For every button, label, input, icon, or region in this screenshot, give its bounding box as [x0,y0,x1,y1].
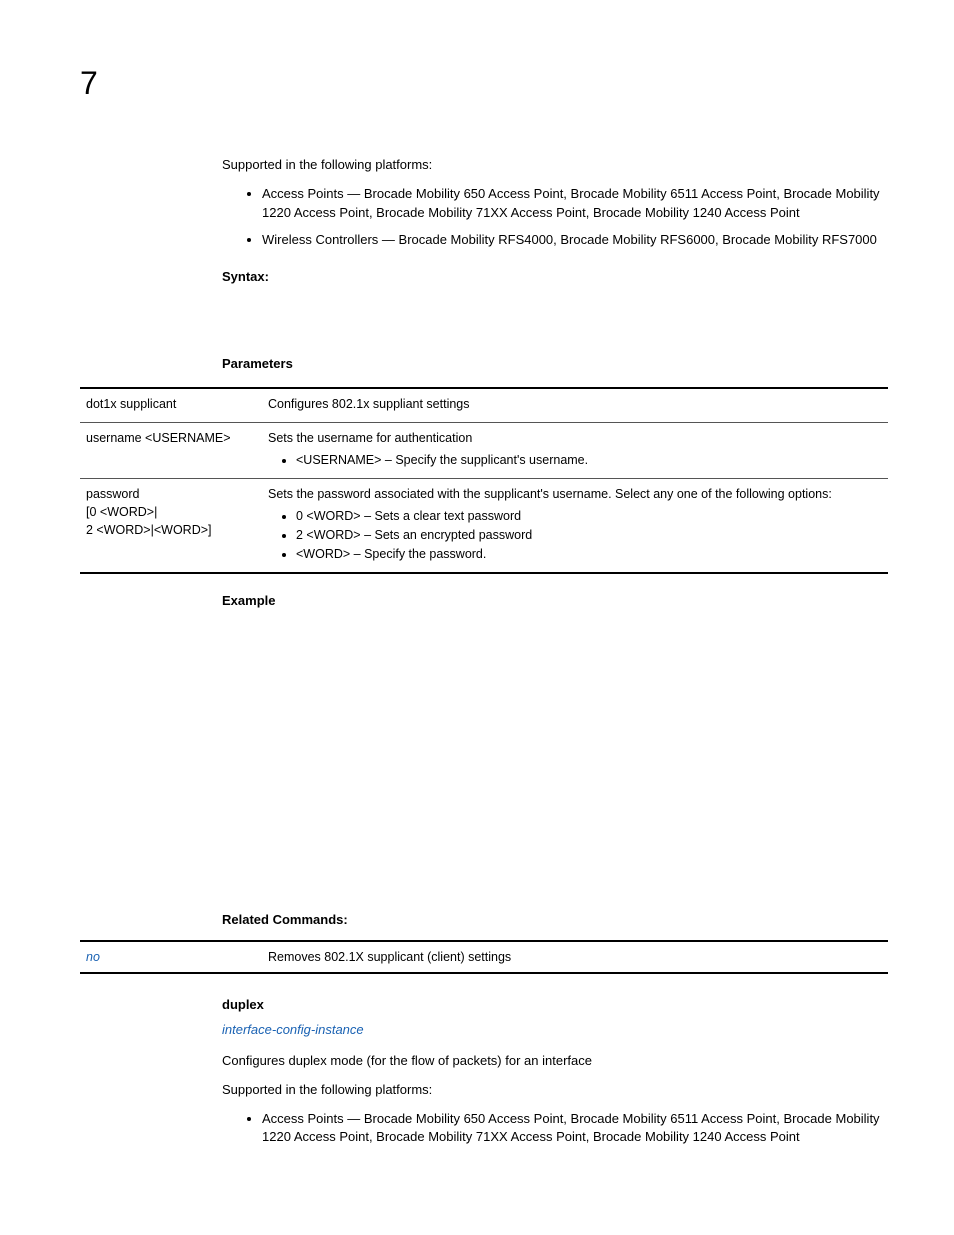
param-desc-cell: Sets the password associated with the su… [262,478,888,573]
example-heading: Example [222,592,888,611]
list-item: 2 <WORD> – Sets an encrypted password [296,526,882,544]
param-desc: Sets the username for authentication [268,431,472,445]
table-row: password [0 <WORD>| 2 <WORD>|<WORD>] Set… [80,478,888,573]
list-item: Access Points — Brocade Mobility 650 Acc… [262,1110,888,1148]
list-item: Wireless Controllers — Brocade Mobility … [262,231,888,250]
related-command-desc: Removes 802.1X supplicant (client) setti… [262,941,888,973]
table-row: dot1x supplicant Configures 802.1x suppl… [80,388,888,422]
table-row: username <USERNAME> Sets the username fo… [80,422,888,478]
list-item: <WORD> – Specify the password. [296,545,882,563]
param-name: username <USERNAME> [80,422,262,478]
param-desc: Configures 802.1x suppliant settings [262,388,888,422]
platform-list: Access Points — Brocade Mobility 650 Acc… [222,1110,888,1148]
list-item: Access Points — Brocade Mobility 650 Acc… [262,185,888,223]
parameters-heading: Parameters [222,355,888,374]
related-command-link[interactable]: no [80,941,262,973]
parameters-table: dot1x supplicant Configures 802.1x suppl… [80,387,888,574]
list-item: <USERNAME> – Specify the supplicant's us… [296,451,882,469]
command-description: Configures duplex mode (for the flow of … [222,1052,888,1071]
related-commands-heading: Related Commands: [222,911,888,930]
param-desc: Sets the password associated with the su… [268,487,832,501]
table-row: no Removes 802.1X supplicant (client) se… [80,941,888,973]
command-name: duplex [222,996,888,1015]
syntax-heading: Syntax: [222,268,888,287]
command-context-link[interactable]: interface-config-instance [222,1021,888,1040]
supported-intro: Supported in the following platforms: [222,156,888,175]
list-item: 0 <WORD> – Sets a clear text password [296,507,882,525]
chapter-number: 7 [80,60,888,106]
param-desc-cell: Sets the username for authentication <US… [262,422,888,478]
supported-intro: Supported in the following platforms: [222,1081,888,1100]
related-commands-table: no Removes 802.1X supplicant (client) se… [80,940,888,974]
param-name: password [0 <WORD>| 2 <WORD>|<WORD>] [80,478,262,573]
platform-list: Access Points — Brocade Mobility 650 Acc… [222,185,888,250]
param-name: dot1x supplicant [80,388,262,422]
